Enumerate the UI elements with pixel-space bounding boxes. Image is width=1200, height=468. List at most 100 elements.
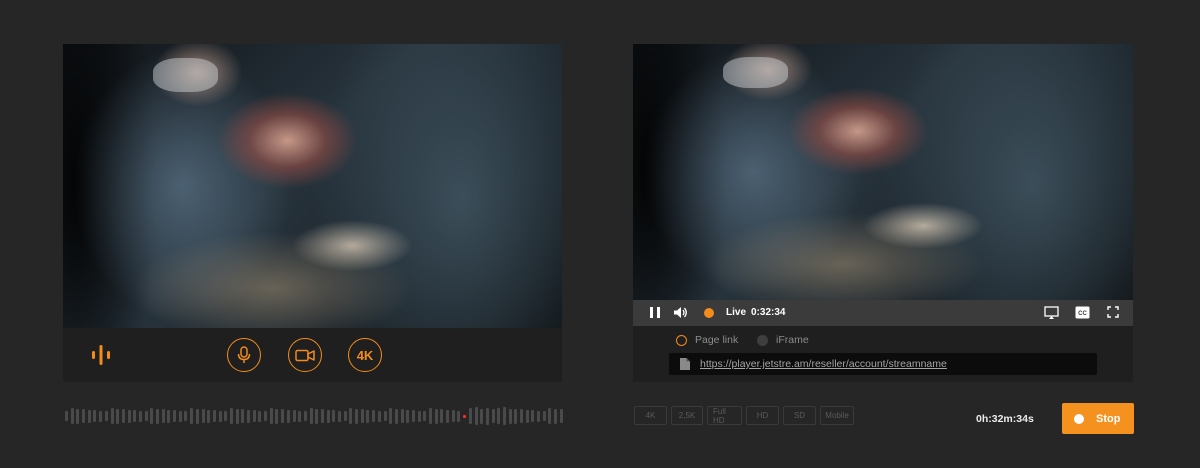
live-indicator [704,308,714,318]
level-bar [320,409,324,423]
level-bar [451,410,455,422]
level-bar [70,408,74,424]
quality-full-hd[interactable]: Full HD [707,406,742,425]
stop-button[interactable]: Stop [1062,403,1134,434]
iframe-radio[interactable]: iFrame [757,334,809,346]
level-bar [315,408,319,424]
audio-levels-icon[interactable] [91,344,111,366]
player-video[interactable] [633,44,1133,300]
camera-preview [63,44,562,328]
level-bar [343,411,347,421]
level-bar [110,408,114,424]
level-bar [224,411,228,421]
level-bar [93,410,97,422]
microphone-button[interactable] [227,338,261,372]
radio-selected-icon [676,334,687,346]
iframe-label: iFrame [776,334,809,346]
quality-hd[interactable]: HD [746,406,779,425]
level-bar [150,408,154,424]
document-icon [680,358,690,370]
level-bar [195,408,199,424]
viewer-panel: Live 0:32:34 CC Page link iFrame https:/… [633,44,1133,382]
level-bar [303,411,307,421]
player-controls: Live 0:32:34 CC [633,300,1133,326]
level-bar [377,410,381,422]
surgeon-mask [152,58,218,93]
level-bar [138,410,142,422]
level-bar [360,409,364,423]
volume-icon[interactable] [673,306,688,319]
stream-time: 0:32:34 [751,307,786,318]
level-bar [480,408,484,424]
level-bar [389,408,393,424]
level-bar [548,408,552,424]
level-bar [201,409,205,423]
level-bar [554,408,558,424]
embed-options: Page link iFrame https://player.jetstre.… [633,326,1133,382]
level-bar [212,410,216,422]
level-bar [241,409,245,423]
level-bar [247,409,250,423]
broadcaster-panel: 4K [63,44,562,382]
level-bar [184,411,188,421]
level-bar [417,410,421,422]
level-bar [161,409,165,423]
level-bar [281,409,285,423]
level-bar [326,409,330,423]
level-bar [383,411,387,421]
quality-4k[interactable]: 4K [634,406,667,425]
resolution-button[interactable]: 4K [348,338,382,372]
level-bar [269,408,273,424]
level-bar [104,411,108,421]
level-bar [252,410,256,422]
cast-icon[interactable] [1044,306,1059,320]
quality-mobile[interactable]: Mobile [820,406,854,425]
level-bar [440,409,444,423]
level-peak-marker [463,414,467,418]
level-bar [468,408,472,424]
radio-unselected-icon [757,334,768,346]
level-bar [520,409,523,423]
stream-link-field[interactable]: https://player.jetstre.am/reseller/accou… [669,353,1097,375]
page-link-radio[interactable]: Page link [676,334,738,346]
audio-level-meter [65,406,563,426]
resolution-label: 4K [356,347,374,363]
level-bar [491,409,495,423]
level-bar [258,410,262,422]
level-bar [338,410,341,422]
level-bar [190,408,194,424]
level-bar [116,408,120,424]
pause-icon[interactable] [649,306,661,319]
level-bar [366,409,370,423]
level-bar [411,410,415,422]
level-bar [394,408,398,424]
camera-button[interactable] [288,338,322,372]
level-bar [434,408,438,424]
quality-2-5k[interactable]: 2,5K [671,406,703,425]
level-bar [292,410,296,422]
stream-link[interactable]: https://player.jetstre.am/reseller/accou… [700,358,947,370]
level-bar [121,409,125,423]
closed-captions-icon[interactable]: CC [1075,306,1090,319]
level-bar [65,411,68,421]
level-bar [559,409,563,423]
fullscreen-icon[interactable] [1107,306,1119,318]
quality-sd[interactable]: SD [783,406,816,425]
level-bar [133,410,137,422]
live-label: Live [726,307,747,318]
level-bar [144,411,148,421]
level-bar [87,409,91,423]
level-bar [167,409,171,423]
level-bar [332,410,336,422]
level-bar [275,408,279,424]
level-bar [423,411,427,421]
broadcast-toolbar: 4K [63,328,562,382]
level-bar [309,408,313,424]
stop-dot-icon [1074,413,1084,424]
level-bar [229,408,233,424]
level-bar [457,410,461,422]
level-bar [207,409,211,423]
level-bar [508,408,512,424]
level-bar [349,408,353,424]
level-bar [400,409,404,423]
